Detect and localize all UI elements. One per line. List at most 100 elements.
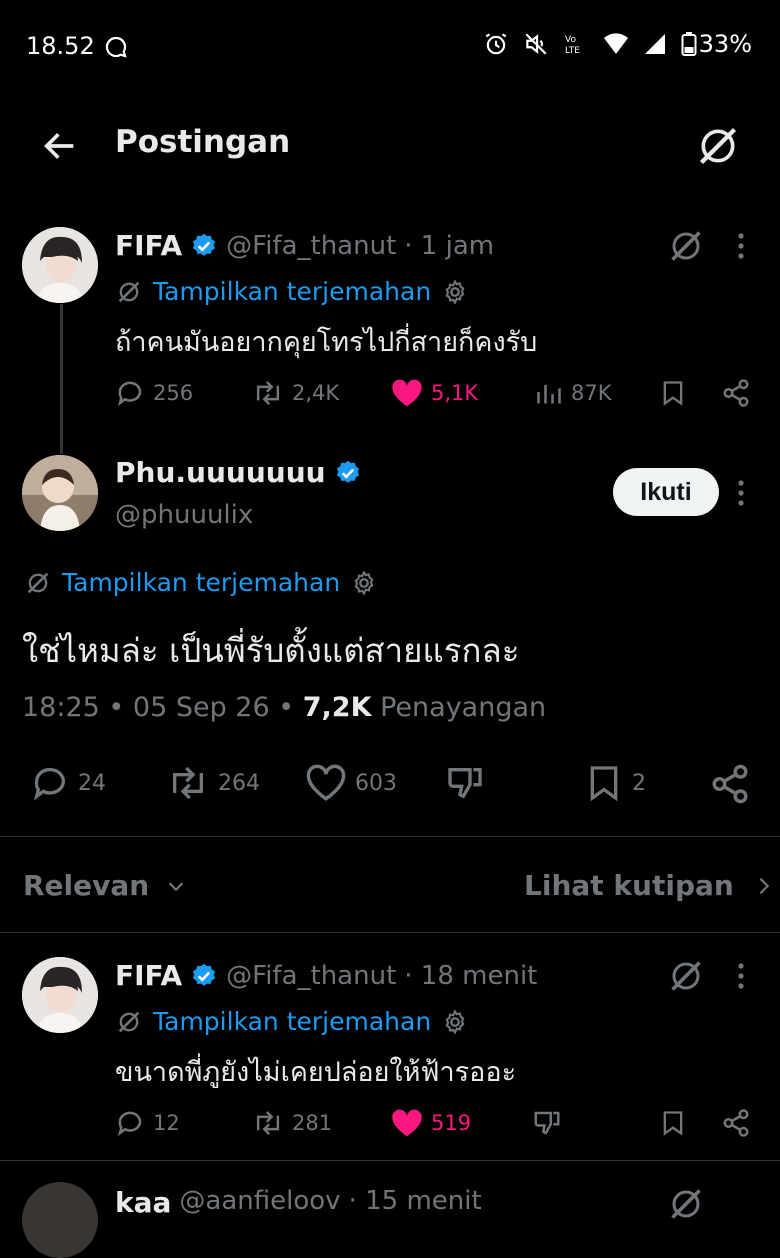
verified-badge-icon	[190, 232, 218, 260]
author-handle[interactable]: @phuuulix	[115, 500, 253, 530]
bookmark-icon	[663, 381, 683, 406]
reply-button[interactable]: 24	[30, 763, 106, 803]
status-time: 18.52	[26, 32, 95, 60]
heart-filled-icon	[392, 379, 422, 407]
grok-icon	[699, 127, 737, 165]
translate-link[interactable]: Tampilkan terjemahan	[115, 277, 469, 306]
mute-icon	[523, 31, 549, 57]
reply-button[interactable]: 12	[115, 1108, 180, 1138]
like-button[interactable]: 603	[305, 763, 397, 803]
grok-button[interactable]	[696, 124, 740, 168]
repost-count: 264	[218, 770, 260, 796]
bookmark-button[interactable]: 2	[584, 763, 646, 803]
share-button[interactable]	[721, 1108, 751, 1138]
dislike-button[interactable]	[444, 763, 486, 803]
tweet-meta: 18:25 • 05 Sep 26 • 7,2K Penayangan	[22, 692, 546, 723]
thumbs-down-icon	[448, 768, 482, 799]
share-icon	[723, 1109, 749, 1137]
heart-outline-icon	[306, 764, 346, 801]
author-handle[interactable]: @aanfieloov	[179, 1186, 340, 1219]
page-title: Postingan	[115, 124, 291, 160]
wifi-icon	[603, 32, 629, 56]
back-button[interactable]	[40, 126, 80, 166]
translate-label: Tampilkan terjemahan	[62, 568, 341, 597]
tweet-time: · 1 jam	[404, 230, 495, 261]
reply-icon	[117, 1111, 142, 1137]
avatar[interactable]	[22, 227, 98, 303]
like-count: 519	[431, 1111, 472, 1135]
share-button[interactable]	[709, 763, 751, 805]
repost-icon	[256, 1111, 280, 1135]
reply-count: 24	[78, 770, 106, 796]
bookmark-button[interactable]	[659, 378, 687, 408]
bookmark-icon	[663, 1111, 683, 1136]
avatar[interactable]	[22, 957, 98, 1033]
settings-gear-icon[interactable]	[441, 1008, 469, 1036]
author-name[interactable]: kaa	[115, 1186, 171, 1219]
tweet-actions: 12 281 519	[115, 1104, 765, 1144]
tweet-author-row: FIFA @Fifa_thanut · 18 menit	[115, 959, 537, 992]
views-button[interactable]: 87K	[535, 378, 612, 408]
tweet-text: ถ้าคนมันอยากคุยโทรไปกี่สายก็คงรับ	[115, 327, 538, 358]
avatar[interactable]	[22, 455, 98, 531]
author-name[interactable]: Phu.uuuuuuu	[115, 456, 326, 489]
more-options-button[interactable]	[730, 477, 752, 509]
repost-button[interactable]: 281	[252, 1108, 332, 1138]
divider	[0, 836, 780, 837]
svg-text:LTE: LTE	[565, 46, 580, 56]
reply-icon	[33, 767, 65, 801]
translate-link[interactable]: Tampilkan terjemahan	[24, 568, 378, 597]
translate-icon	[115, 278, 143, 306]
more-vertical-icon	[738, 233, 744, 259]
thumbs-down-icon	[534, 1111, 560, 1135]
tweet-actions: 256 2,4K 5,1K 87K	[115, 374, 765, 414]
settings-gear-icon[interactable]	[441, 278, 469, 306]
views-chart-icon	[537, 384, 561, 404]
author-handle[interactable]: @Fifa_thanut	[226, 231, 396, 261]
author-name[interactable]: FIFA	[115, 959, 182, 992]
share-button[interactable]	[721, 378, 751, 408]
view-count: 87K	[571, 381, 612, 405]
views-label: Penayangan	[371, 692, 547, 723]
translate-icon	[24, 569, 52, 597]
translate-link[interactable]: Tampilkan terjemahan	[115, 1007, 469, 1036]
repost-icon	[173, 766, 203, 800]
tweet-text: ใช่ไหมล่ะ เป็นพี่รับตั้งแต่สายแรกละ	[22, 631, 520, 670]
divider	[0, 1160, 780, 1161]
settings-gear-icon[interactable]	[350, 569, 378, 597]
author-handle[interactable]: @Fifa_thanut	[226, 961, 396, 991]
tweet-author-row: kaa @aanfieloov · 15 menit	[115, 1186, 482, 1219]
like-count: 603	[355, 770, 397, 796]
author-name[interactable]: FIFA	[115, 229, 182, 262]
more-options-button[interactable]	[730, 230, 752, 262]
more-options-button[interactable]	[730, 960, 752, 992]
grok-button[interactable]	[668, 1186, 704, 1222]
dislike-button[interactable]	[531, 1108, 563, 1138]
heart-filled-icon	[392, 1109, 422, 1137]
repost-button[interactable]: 264	[166, 763, 260, 803]
sort-dropdown[interactable]: Relevan	[23, 869, 187, 902]
more-vertical-icon	[738, 480, 744, 506]
share-icon	[712, 764, 748, 804]
verified-badge-icon	[190, 962, 218, 990]
more-vertical-icon	[738, 963, 744, 989]
view-quotes-link[interactable]: Lihat kutipan	[524, 869, 774, 902]
svg-text:Vo: Vo	[565, 35, 576, 45]
grok-button[interactable]	[668, 958, 704, 994]
like-button[interactable]: 5,1K	[391, 378, 478, 408]
volte-icon: Vo LTE	[563, 31, 589, 57]
chevron-right-icon	[754, 875, 774, 897]
follow-button[interactable]: Ikuti	[613, 468, 719, 516]
tweet-timestamp: 18:25 • 05 Sep 26 •	[22, 692, 303, 723]
like-button[interactable]: 519	[391, 1108, 471, 1138]
reply-button[interactable]: 256	[115, 378, 193, 408]
reply-icon	[117, 381, 142, 407]
bookmark-button[interactable]	[659, 1108, 687, 1138]
repost-button[interactable]: 2,4K	[252, 378, 339, 408]
alarm-icon	[483, 31, 509, 57]
battery-percent: 33%	[698, 30, 752, 58]
translate-label: Tampilkan terjemahan	[153, 1007, 432, 1036]
battery-indicator: 33%	[681, 30, 752, 58]
avatar[interactable]	[22, 1182, 98, 1258]
grok-button[interactable]	[668, 228, 704, 264]
